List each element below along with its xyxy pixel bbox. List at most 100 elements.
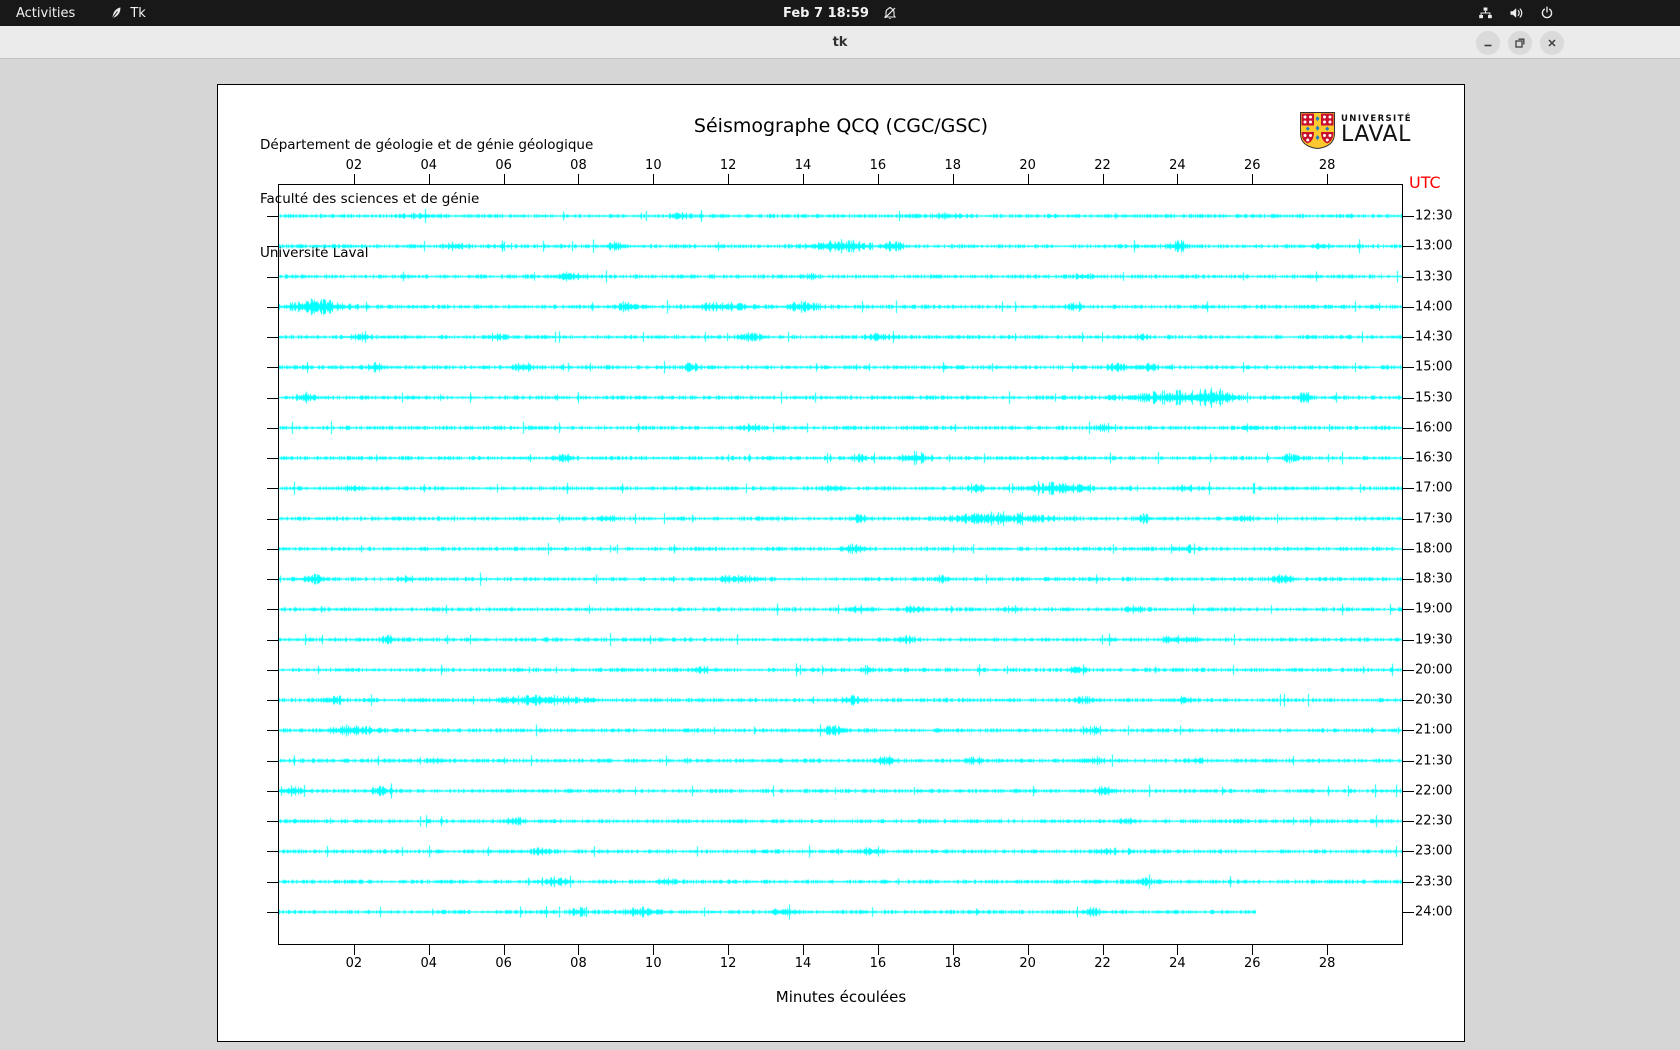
x-tick-label-top: 24 <box>1169 158 1186 173</box>
utc-time-label: 24:00 <box>1415 904 1453 920</box>
app-name-label: Tk <box>130 5 146 21</box>
x-tick-label-top: 22 <box>1094 158 1111 173</box>
laval-shield-icon <box>1300 112 1335 150</box>
window-titlebar[interactable]: tk <box>0 26 1680 59</box>
row-tick-left <box>267 760 278 762</box>
seismograph-panel: Département de géologie et de génie géol… <box>217 84 1465 1042</box>
close-button[interactable] <box>1540 30 1564 55</box>
logo-laval-label: LAVAL <box>1341 122 1411 148</box>
row-tick-right <box>1403 669 1414 671</box>
x-tick-bottom <box>353 945 355 955</box>
row-tick-right <box>1403 790 1414 792</box>
row-tick-left <box>267 639 278 641</box>
row-tick-right <box>1403 216 1414 217</box>
row-tick-right <box>1403 730 1414 732</box>
x-tick-label-bottom: 24 <box>1169 956 1186 971</box>
row-tick-right <box>1403 427 1414 429</box>
x-tick-label-bottom: 22 <box>1094 956 1111 971</box>
system-status-area[interactable] <box>1478 0 1680 26</box>
universite-laval-logo: UNIVERSITÉ LAVAL <box>1299 111 1412 150</box>
row-tick-left <box>267 911 278 913</box>
row-tick-right <box>1403 821 1414 823</box>
row-tick-right <box>1403 488 1414 490</box>
row-tick-left <box>267 579 278 581</box>
activities-button[interactable]: Activities <box>12 0 79 26</box>
x-tick-top <box>1027 174 1029 184</box>
row-tick-right <box>1403 246 1414 248</box>
x-tick-bottom <box>428 945 430 955</box>
utc-time-label: 16:00 <box>1415 420 1453 436</box>
utc-time-label: 12:30 <box>1415 208 1453 224</box>
x-tick-bottom <box>653 945 655 955</box>
utc-time-label: 15:00 <box>1415 359 1453 375</box>
tk-feather-icon <box>109 6 123 20</box>
x-tick-bottom <box>503 945 505 955</box>
x-tick-label-top: 16 <box>869 158 887 173</box>
row-tick-left <box>267 881 278 883</box>
activities-label: Activities <box>16 5 76 21</box>
focused-app-menu[interactable]: Tk <box>105 0 149 26</box>
x-tick-label-top: 28 <box>1318 158 1336 173</box>
utc-time-label: 23:00 <box>1415 843 1453 859</box>
row-tick-left <box>267 851 278 853</box>
row-tick-right <box>1403 579 1414 581</box>
x-tick-top <box>803 174 805 184</box>
row-tick-left <box>267 821 278 823</box>
row-tick-left <box>267 488 278 490</box>
x-tick-label-bottom: 10 <box>645 956 662 971</box>
row-tick-right <box>1403 700 1414 702</box>
x-tick-top <box>1252 174 1254 184</box>
x-tick-label-top: 10 <box>645 158 662 173</box>
x-tick-bottom <box>952 945 954 955</box>
chart-title: Séismographe QCQ (CGC/GSC) <box>693 115 989 137</box>
x-tick-label-bottom: 14 <box>794 956 812 971</box>
x-tick-top <box>952 174 954 184</box>
utc-time-label: 21:30 <box>1415 753 1453 769</box>
x-tick-label-bottom: 26 <box>1243 956 1261 971</box>
x-tick-bottom <box>803 945 805 955</box>
x-tick-label-bottom: 02 <box>345 956 363 971</box>
x-axis-title: Minutes écoulées <box>775 988 907 1006</box>
utc-axis-label: UTC <box>1409 173 1441 192</box>
x-tick-top <box>1177 174 1179 184</box>
minimize-button[interactable] <box>1476 30 1500 55</box>
row-tick-left <box>267 700 278 702</box>
x-tick-top <box>877 174 879 184</box>
x-tick-label-bottom: 12 <box>719 956 737 971</box>
x-tick-top <box>653 174 655 184</box>
utc-time-label: 22:30 <box>1415 813 1453 829</box>
row-tick-right <box>1403 276 1414 278</box>
x-tick-top <box>1102 174 1104 184</box>
utc-time-label: 20:00 <box>1415 662 1453 678</box>
row-tick-left <box>267 306 278 308</box>
x-tick-top <box>1327 174 1329 184</box>
row-tick-left <box>267 518 278 520</box>
window-title: tk <box>832 34 848 50</box>
x-tick-label-bottom: 28 <box>1318 956 1336 971</box>
row-tick-left <box>267 790 278 792</box>
row-tick-left <box>267 609 278 611</box>
x-tick-top <box>728 174 730 184</box>
volume-icon <box>1509 6 1524 20</box>
utc-time-label: 18:00 <box>1415 541 1453 557</box>
notifications-off-icon <box>883 6 897 20</box>
utc-time-label: 20:30 <box>1415 692 1453 708</box>
x-tick-bottom <box>1102 945 1104 955</box>
row-tick-left <box>267 397 278 399</box>
x-tick-bottom <box>728 945 730 955</box>
row-tick-right <box>1403 851 1414 853</box>
gnome-top-bar: Activities Tk Feb 7 18:59 <box>0 0 1680 26</box>
power-icon <box>1540 6 1554 20</box>
tk-window-content: Département de géologie et de génie géol… <box>0 59 1680 1050</box>
close-icon <box>1548 38 1556 47</box>
x-tick-label-bottom: 06 <box>495 956 512 971</box>
x-tick-label-bottom: 18 <box>944 956 962 971</box>
utc-time-label: 14:30 <box>1415 329 1453 345</box>
utc-time-label: 15:30 <box>1415 390 1453 406</box>
clock-menu[interactable]: Feb 7 18:59 <box>783 0 897 26</box>
maximize-button[interactable] <box>1508 30 1532 55</box>
row-tick-right <box>1403 760 1414 762</box>
utc-time-label: 18:30 <box>1415 571 1453 587</box>
x-tick-bottom <box>1252 945 1254 955</box>
institution-line-1: Département de géologie et de génie géol… <box>260 137 594 153</box>
